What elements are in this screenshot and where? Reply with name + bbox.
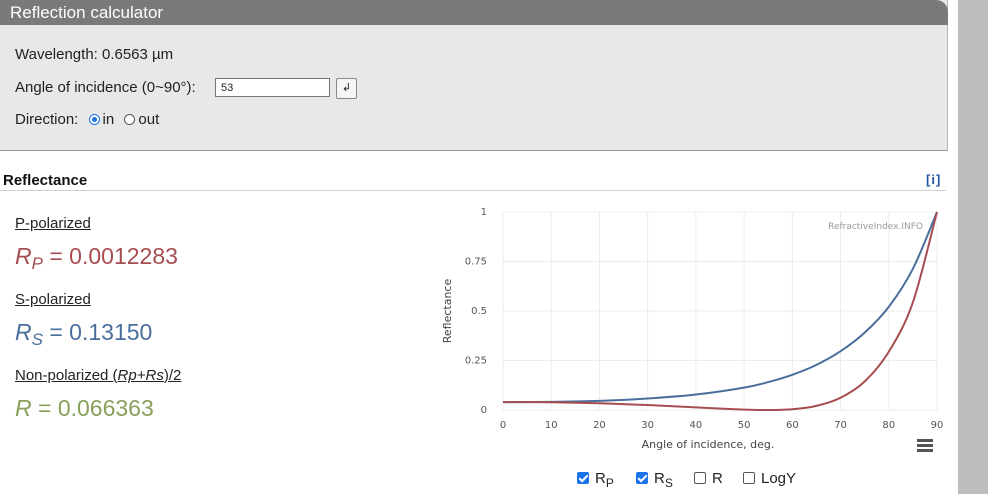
x-tick-label: 20: [593, 420, 606, 431]
rs-value: RS = 0.13150: [15, 319, 152, 350]
y-tick-label: 0.5: [471, 306, 487, 317]
legend-rp-label: R: [595, 470, 606, 487]
x-tick-label: 90: [931, 420, 944, 431]
direction-label: Direction:: [15, 111, 79, 128]
rs-checkbox[interactable]: [636, 472, 648, 484]
x-axis-label: Angle of incidence, deg.: [642, 438, 775, 451]
x-tick-label: 70: [834, 420, 847, 431]
y-tick-label: 1: [481, 207, 487, 218]
watermark: RefractiveIndex.INFO: [828, 222, 923, 232]
x-tick-label: 80: [882, 420, 895, 431]
r-symbol: R: [15, 395, 32, 421]
r-checkbox[interactable]: [694, 472, 706, 484]
rp-subscript: P: [31, 254, 43, 273]
enter-button[interactable]: ↲: [336, 78, 357, 99]
legend-r-label: R: [712, 470, 723, 487]
non-polarized-prefix: Non-polarized (: [15, 367, 118, 384]
x-tick-label: 50: [738, 420, 751, 431]
rp-number: = 0.0012283: [49, 243, 178, 269]
legend-rs-sub: S: [664, 476, 673, 490]
hamburger-menu-icon[interactable]: [917, 439, 933, 452]
direction-out-radio[interactable]: [124, 114, 136, 125]
direction-out-label[interactable]: out: [138, 111, 159, 128]
rp-value: RP = 0.0012283: [15, 243, 178, 274]
direction-in-radio[interactable]: [88, 114, 100, 125]
non-polarized-suffix: )/2: [163, 367, 182, 384]
y-tick-label: 0.75: [465, 257, 487, 268]
legend-rp[interactable]: RP: [577, 470, 614, 490]
direction-in-label[interactable]: in: [103, 111, 115, 128]
legend-rp-sub: P: [605, 476, 614, 490]
non-polarized-label: Non-polarized (Rp+Rs)/2: [15, 367, 181, 384]
window-title: Reflection calculator: [0, 0, 948, 25]
legend-logy[interactable]: LogY: [743, 470, 796, 487]
x-tick-label: 40: [690, 420, 703, 431]
legend-rs-label: R: [654, 470, 665, 487]
non-polarized-formula: Rp+Rs: [117, 367, 164, 384]
r-number: = 0.066363: [38, 395, 154, 421]
rs-subscript: S: [31, 330, 43, 349]
direction-row: Direction: in out: [15, 111, 159, 128]
rp-checkbox[interactable]: [577, 472, 589, 484]
rp-symbol: R: [15, 243, 32, 269]
section-divider: [0, 190, 946, 191]
scrollbar[interactable]: [958, 0, 988, 494]
reflectance-chart: 0 10 20 30 40 50 60 70 80 90 0 0.25 0.5 0.75 1 Refracti…: [441, 207, 944, 451]
s-polarized-label: S-polarized: [15, 291, 91, 308]
section-title: Reflectance: [3, 172, 88, 189]
x-tick-label: 0: [500, 420, 506, 431]
y-tick-label: 0: [481, 405, 487, 416]
rs-symbol: R: [15, 319, 32, 345]
angle-label: Angle of incidence (0~90°):: [15, 79, 196, 96]
legend-rs[interactable]: RS: [636, 470, 673, 490]
rs-number: = 0.13150: [49, 319, 153, 345]
p-polarized-label: P-polarized: [15, 215, 91, 232]
wavelength-label: Wavelength: 0.6563 µm: [15, 46, 174, 63]
x-tick-label: 10: [545, 420, 558, 431]
legend-logy-label: LogY: [761, 470, 797, 487]
angle-input[interactable]: 53: [215, 78, 330, 97]
r-value: R = 0.066363: [15, 395, 154, 422]
logy-checkbox[interactable]: [743, 472, 755, 484]
x-tick-label: 60: [786, 420, 799, 431]
info-link[interactable]: [i]: [926, 172, 941, 187]
y-tick-label: 0.25: [465, 356, 487, 367]
y-axis-label: Reflectance: [441, 279, 454, 344]
x-tick-label: 30: [641, 420, 654, 431]
legend-r[interactable]: R: [694, 470, 723, 487]
